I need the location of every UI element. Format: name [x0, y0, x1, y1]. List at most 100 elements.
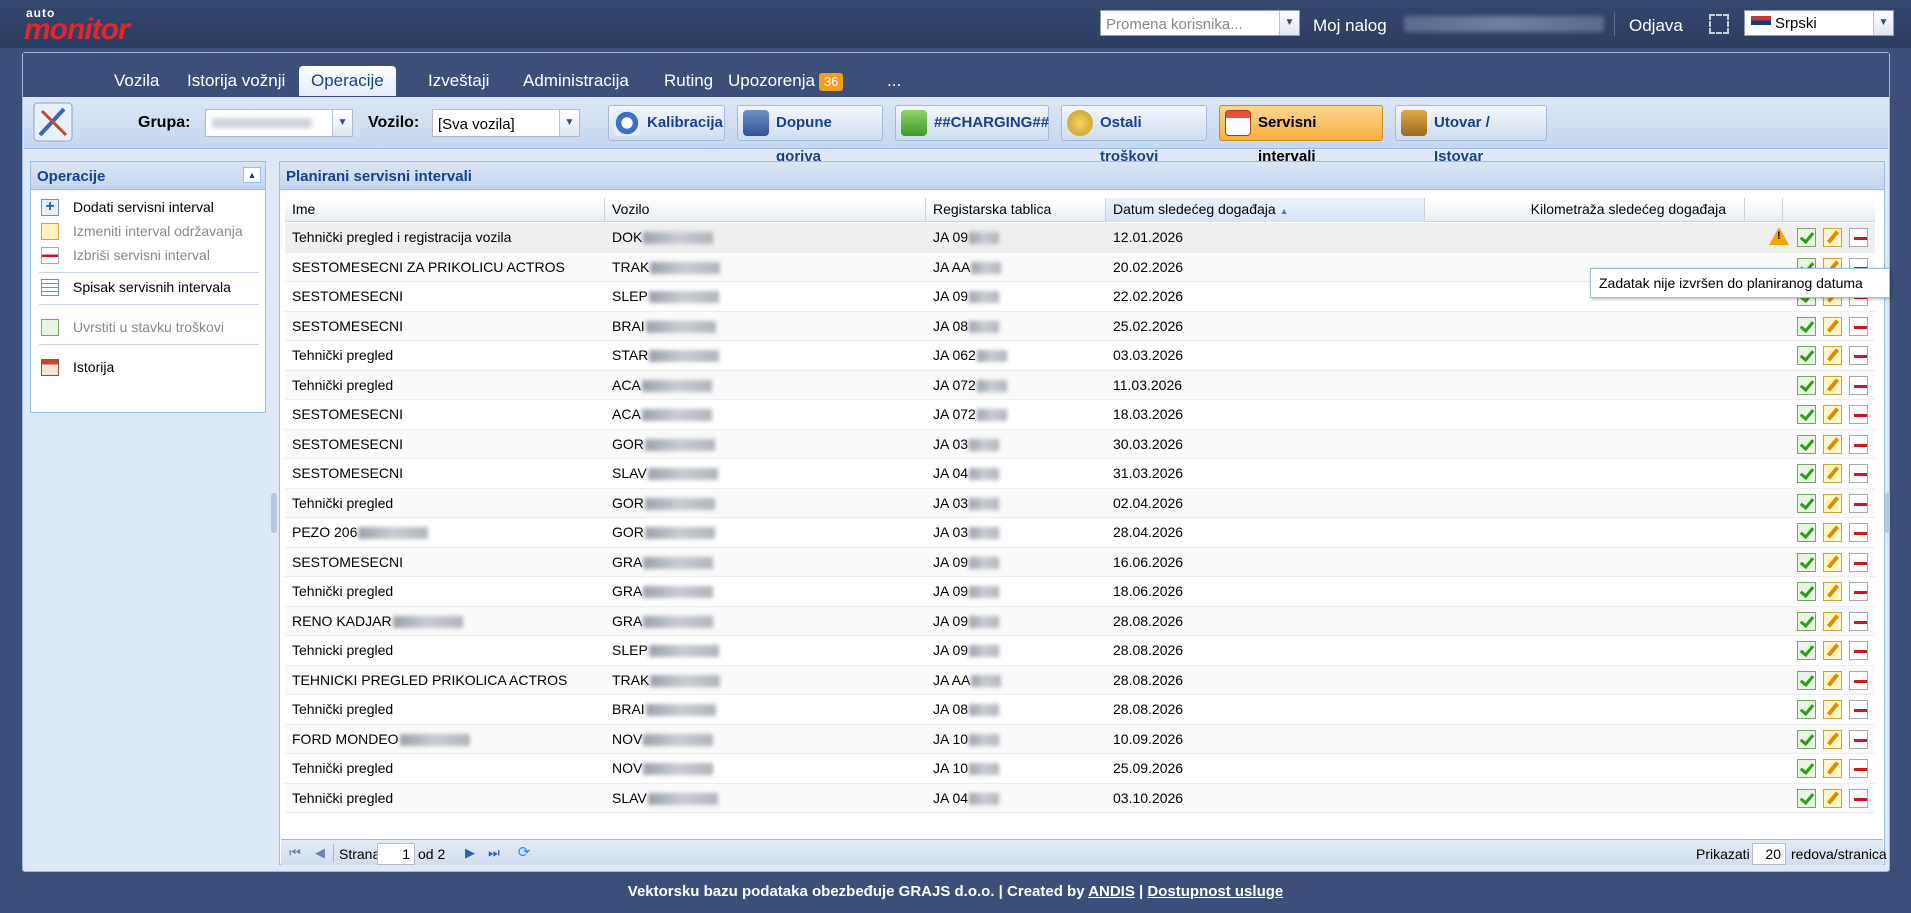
edit-icon[interactable] [1823, 346, 1842, 365]
delete-icon[interactable] [1849, 405, 1868, 424]
chevron-down-icon[interactable]: ▼ [1279, 11, 1299, 35]
edit-icon[interactable] [1823, 434, 1842, 454]
tab-operacije[interactable]: Operacije [299, 66, 396, 96]
warning-icon[interactable] [1769, 227, 1789, 245]
collapse-up-icon[interactable]: ▲ [243, 167, 261, 183]
column-header-vehicle[interactable]: Vozilo [605, 198, 926, 222]
delete-icon[interactable] [1849, 316, 1868, 336]
complete-checkmark-icon[interactable] [1797, 759, 1816, 778]
calibration-button[interactable]: Kalibracija [608, 105, 725, 141]
edit-icon[interactable] [1823, 523, 1842, 542]
complete-checkmark-icon[interactable] [1797, 434, 1816, 454]
complete-checkmark-icon[interactable] [1797, 788, 1816, 808]
language-select[interactable]: Srpski ▼ [1744, 10, 1894, 36]
complete-checkmark-icon[interactable] [1797, 552, 1816, 572]
complete-checkmark-icon[interactable] [1797, 464, 1816, 483]
delete-icon[interactable] [1849, 759, 1868, 778]
user-switch-select[interactable]: Promena korisnika... ▼ [1100, 10, 1300, 36]
delete-icon[interactable] [1849, 464, 1868, 483]
edit-icon[interactable] [1823, 552, 1842, 572]
first-page-icon[interactable]: ⏮ [288, 846, 302, 860]
edit-icon[interactable] [1823, 464, 1842, 483]
my-account-link[interactable]: Moj nalog [1313, 16, 1387, 36]
complete-checkmark-icon[interactable] [1797, 611, 1816, 631]
andis-link[interactable]: ANDIS [1088, 883, 1135, 900]
table-row[interactable]: SESTOMESECNI SLAV JA 04 31.03.2026 [285, 459, 1875, 489]
vehicle-select[interactable]: [Sva vozila] ▼ [432, 109, 580, 137]
table-row[interactable]: SESTOMESECNI GRA JA 09 16.06.2026 [285, 547, 1875, 577]
delete-icon[interactable] [1849, 582, 1868, 601]
tab-izvestaji[interactable]: Izveštaji [416, 66, 501, 96]
table-row[interactable]: RENO KADJAR GRA JA 09 28.08.2026 [285, 606, 1875, 636]
last-page-icon[interactable]: ⏭ [487, 846, 501, 860]
table-row[interactable]: Tehnički pregled SLAV JA 04 03.10.2026 [285, 783, 1875, 813]
complete-checkmark-icon[interactable] [1797, 641, 1816, 660]
logout-link[interactable]: Odjava [1629, 16, 1683, 36]
edit-icon[interactable] [1823, 228, 1842, 247]
history-item[interactable]: Istorija [39, 356, 259, 380]
table-row[interactable]: PEZO 206 GOR JA 03 28.04.2026 [285, 518, 1875, 548]
other-costs-button[interactable]: Ostali troškovi [1061, 105, 1207, 165]
edit-icon[interactable] [1823, 700, 1842, 719]
column-header-name[interactable]: Ime [285, 198, 605, 222]
loading-unloading-button[interactable]: Utovar / Istovar [1395, 105, 1547, 165]
table-row[interactable]: SESTOMESECNI BRAI JA 08 25.02.2026 [285, 311, 1875, 341]
edit-icon[interactable] [1823, 582, 1842, 601]
column-header-plate[interactable]: Registarska tablica [926, 198, 1106, 222]
charging-button[interactable]: ##CHARGING## [895, 105, 1049, 141]
tab-istorija-voznji[interactable]: Istorija vožnji [175, 66, 297, 96]
automonitor-logo[interactable]: auto monitor [24, 6, 164, 45]
tab-more[interactable]: ... [875, 66, 913, 96]
tab-administracija[interactable]: Administracija [511, 66, 641, 96]
group-select[interactable]: ▼ [205, 109, 353, 137]
complete-checkmark-icon[interactable] [1797, 316, 1816, 336]
edit-icon[interactable] [1823, 729, 1842, 749]
fullscreen-icon[interactable] [1709, 14, 1729, 34]
delete-icon[interactable] [1849, 670, 1868, 690]
table-row[interactable]: FORD MONDEO NOV JA 10 10.09.2026 [285, 724, 1875, 754]
complete-checkmark-icon[interactable] [1797, 523, 1816, 542]
previous-page-icon[interactable]: ◀ [313, 846, 327, 860]
edit-service-interval-item[interactable]: Izmeniti interval održavanja [39, 220, 259, 244]
delete-icon[interactable] [1849, 700, 1868, 719]
delete-service-interval-item[interactable]: Izbriši servisni interval [39, 244, 259, 268]
chevron-down-icon[interactable]: ▼ [332, 110, 352, 136]
page-size-input[interactable]: 20 [1752, 843, 1786, 865]
complete-checkmark-icon[interactable] [1797, 700, 1816, 719]
edit-icon[interactable] [1823, 493, 1842, 513]
availability-link[interactable]: Dostupnost usluge [1147, 883, 1283, 900]
delete-icon[interactable] [1849, 641, 1868, 660]
tab-ruting[interactable]: Ruting [652, 66, 725, 96]
tab-vozila[interactable]: Vozila [102, 66, 171, 96]
complete-checkmark-icon[interactable] [1797, 228, 1816, 247]
table-row[interactable]: Tehnički pregled ACA JA 072 11.03.2026 [285, 370, 1875, 400]
table-row[interactable]: SESTOMESECNI GOR JA 03 30.03.2026 [285, 429, 1875, 459]
tab-upozorenja[interactable]: Upozorenja 36 [716, 66, 855, 96]
splitter-handle[interactable] [271, 493, 277, 533]
table-row[interactable]: Tehnicki pregled SLEP JA 09 28.08.2026 [285, 636, 1875, 666]
delete-icon[interactable] [1849, 611, 1868, 631]
edit-icon[interactable] [1823, 611, 1842, 631]
service-interval-list-item[interactable]: Spisak servisnih intervala [39, 276, 259, 300]
add-service-interval-item[interactable]: + Dodati servisni interval [39, 196, 259, 220]
edit-icon[interactable] [1823, 759, 1842, 778]
next-page-icon[interactable]: ▶ [463, 846, 477, 860]
service-intervals-button[interactable]: Servisni intervali [1219, 105, 1383, 165]
table-row[interactable]: Tehnički pregled NOV JA 10 25.09.2026 [285, 754, 1875, 784]
delete-icon[interactable] [1849, 788, 1868, 808]
edit-icon[interactable] [1823, 788, 1842, 808]
complete-checkmark-icon[interactable] [1797, 729, 1816, 749]
table-row[interactable]: TEHNICKI PREGLED PRIKOLICA ACTROS TRAK JA … [285, 665, 1875, 695]
table-row[interactable]: Tehnički pregled GOR JA 03 02.04.2026 [285, 488, 1875, 518]
delete-icon[interactable] [1849, 493, 1868, 513]
chevron-down-icon[interactable]: ▼ [559, 110, 579, 136]
delete-icon[interactable] [1849, 346, 1868, 365]
column-header-next-mileage[interactable]: Kilometraža sledećeg događaja [1425, 198, 1745, 222]
refresh-icon[interactable]: ⟳ [517, 845, 531, 860]
delete-icon[interactable] [1849, 729, 1868, 749]
splitter-handle-right[interactable] [1885, 493, 1890, 533]
complete-checkmark-icon[interactable] [1797, 346, 1816, 365]
chevron-down-icon[interactable]: ▼ [1873, 11, 1893, 35]
table-row[interactable]: SESTOMESECNI ACA JA 072 18.03.2026 [285, 400, 1875, 430]
delete-icon[interactable] [1849, 434, 1868, 454]
